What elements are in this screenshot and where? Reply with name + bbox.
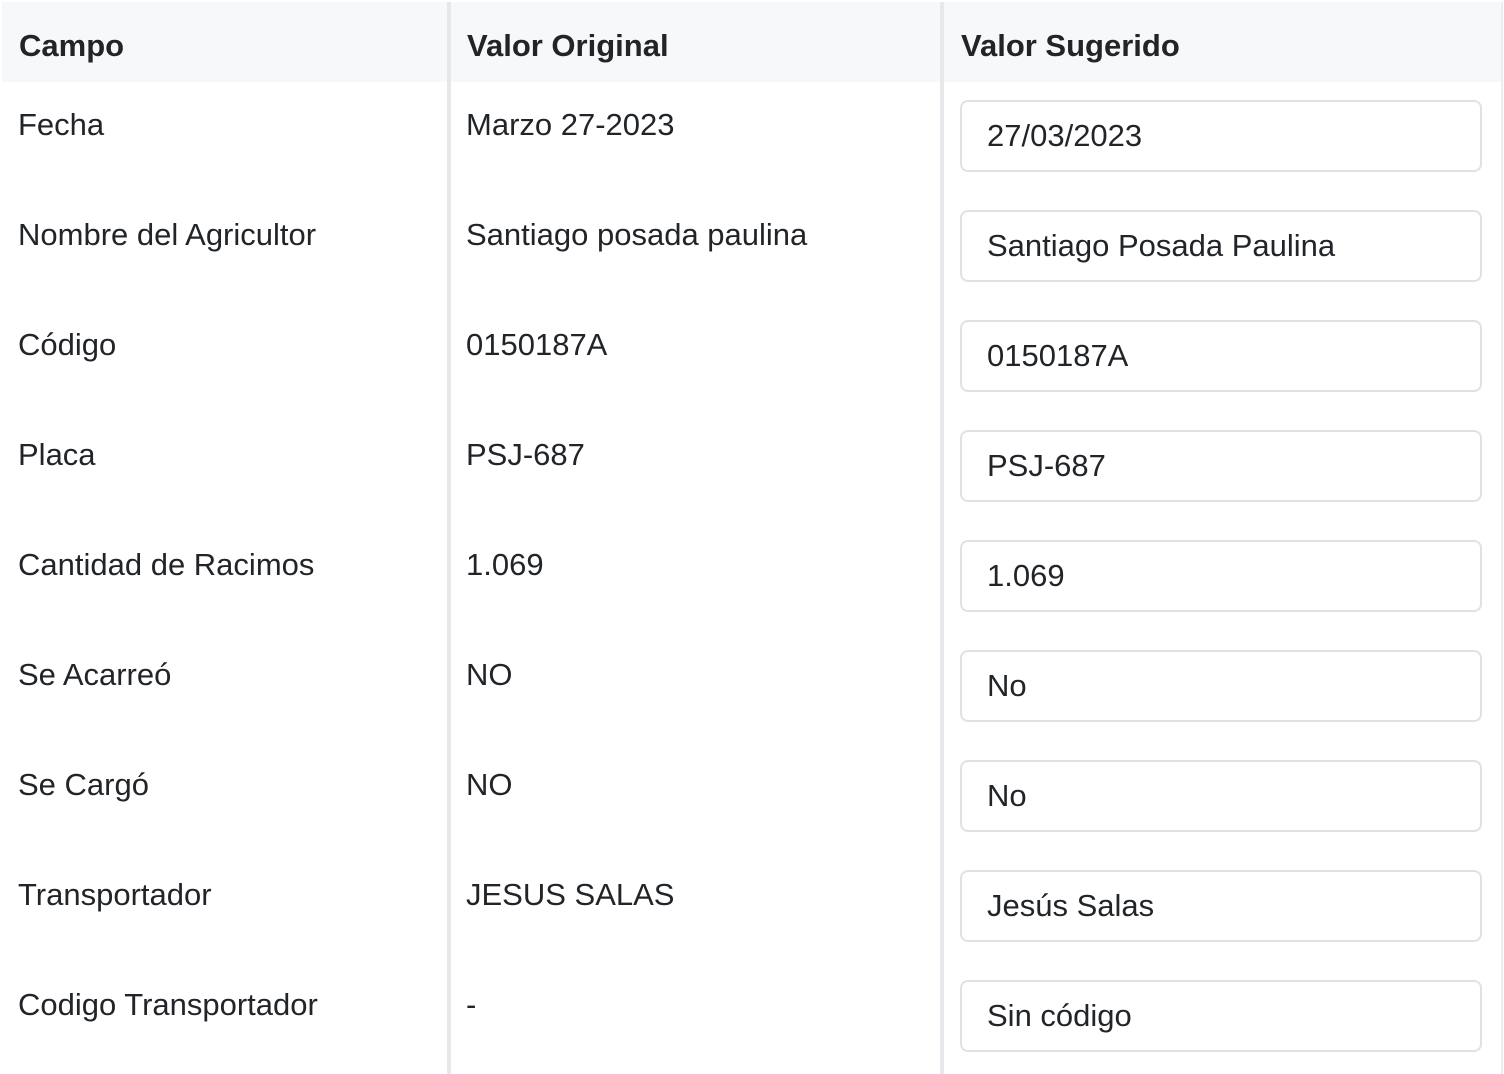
original-value: NO — [466, 657, 513, 692]
original-value: 1.069 — [466, 547, 544, 582]
table-row: Placa PSJ-687 — [0, 412, 1504, 522]
suggested-value-input[interactable] — [960, 870, 1482, 942]
suggested-value-input[interactable] — [960, 650, 1482, 722]
field-label: Transportador — [18, 877, 212, 912]
field-label: Se Cargó — [18, 767, 149, 802]
original-value: Marzo 27-2023 — [466, 107, 675, 142]
field-label: Se Acarreó — [18, 657, 172, 692]
field-label: Nombre del Agricultor — [18, 217, 317, 252]
field-label: Código — [18, 327, 117, 362]
table-row: Código 0150187A — [0, 302, 1504, 412]
table-row: Cantidad de Racimos 1.069 — [0, 522, 1504, 632]
original-value: JESUS SALAS — [466, 877, 675, 912]
original-value: 0150187A — [466, 327, 608, 362]
table-row: Nombre del Agricultor Santiago posada pa… — [0, 192, 1504, 302]
original-value: Santiago posada paulina — [466, 217, 808, 252]
suggested-value-input[interactable] — [960, 980, 1482, 1052]
original-value: PSJ-687 — [466, 437, 585, 472]
suggested-value-input[interactable] — [960, 540, 1482, 612]
table-row: Se Cargó NO — [0, 742, 1504, 852]
header-valor-sugerido: Valor Sugerido — [961, 28, 1180, 63]
suggested-value-input[interactable] — [960, 760, 1482, 832]
original-value: - — [466, 987, 477, 1022]
table-row: Fecha Marzo 27-2023 — [0, 82, 1504, 192]
suggested-value-input[interactable] — [960, 320, 1482, 392]
suggested-value-input[interactable] — [960, 210, 1482, 282]
field-label: Cantidad de Racimos — [18, 547, 315, 582]
suggested-value-input[interactable] — [960, 430, 1482, 502]
field-label: Fecha — [18, 107, 105, 142]
table-row: Codigo Transportador - — [0, 962, 1504, 1072]
table-header-row: Campo Valor Original Valor Sugerido — [2, 2, 1502, 82]
suggested-value-input[interactable] — [960, 100, 1482, 172]
field-label: Placa — [18, 437, 96, 472]
table-row: Se Acarreó NO — [0, 632, 1504, 742]
original-value: NO — [466, 767, 513, 802]
header-campo: Campo — [19, 28, 125, 63]
header-valor-original: Valor Original — [467, 28, 669, 63]
table-row: Transportador JESUS SALAS — [0, 852, 1504, 962]
field-label: Codigo Transportador — [18, 987, 318, 1022]
suggestions-table: Campo Valor Original Valor Sugerido Fech… — [0, 0, 1504, 1074]
